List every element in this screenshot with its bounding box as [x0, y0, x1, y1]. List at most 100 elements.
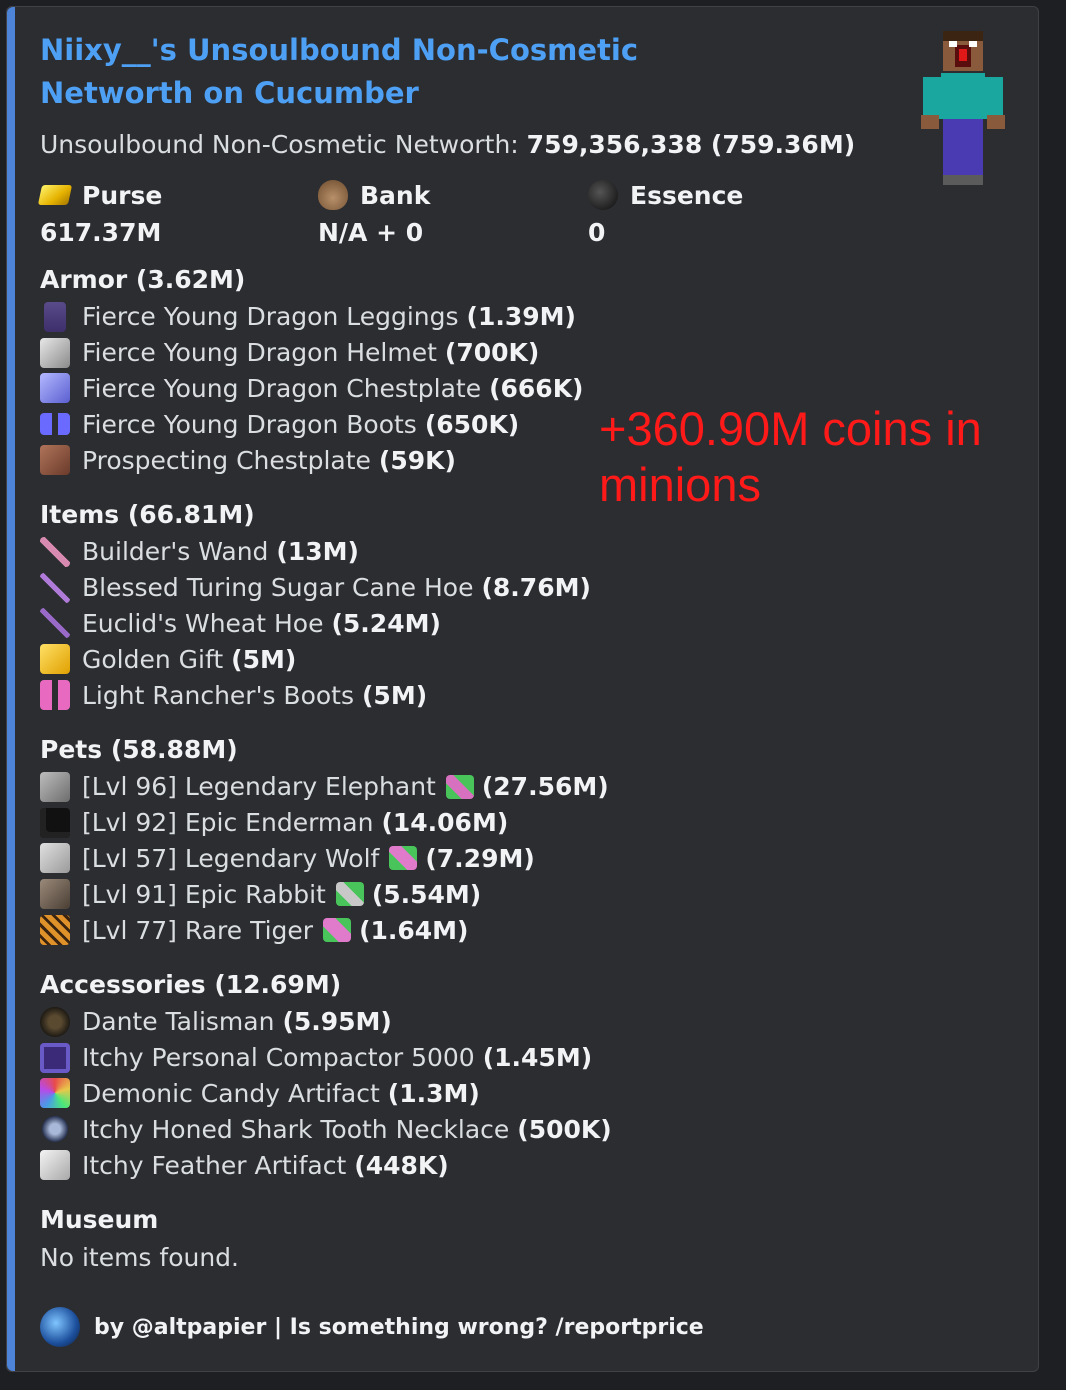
- item-name: Dante Talisman: [82, 1007, 275, 1037]
- list-item: Itchy Personal Compactor 5000 (1.45M): [40, 1040, 1018, 1076]
- embed-accent-bar: [7, 7, 15, 1371]
- item-name: Fierce Young Dragon Chestplate: [82, 373, 482, 403]
- essence-icon: [588, 180, 618, 210]
- item-value: (448K): [354, 1150, 449, 1180]
- gold-ingot-icon: [37, 185, 73, 205]
- item-value: (5.24M): [331, 608, 441, 638]
- item-name: [Lvl 91] Epic Rabbit: [82, 879, 326, 909]
- hoe-icon: [40, 572, 70, 603]
- list-item: Blessed Turing Sugar Cane Hoe (8.76M): [40, 570, 1018, 606]
- chestplate-icon: [40, 373, 70, 404]
- item-value: (7.29M): [425, 843, 535, 873]
- field-value: 617.37M: [40, 218, 162, 247]
- item-value: (5.95M): [282, 1007, 392, 1037]
- field-essence: Essence 0: [588, 177, 866, 253]
- item-name: [Lvl 57] Legendary Wolf: [82, 843, 380, 873]
- list-item: Builder's Wand (13M): [40, 534, 1018, 570]
- boots-icon: [40, 680, 70, 711]
- necklace-icon: [40, 1114, 70, 1145]
- list-item: Demonic Candy Artifact (1.3M): [40, 1076, 1018, 1112]
- item-value: (1.39M): [466, 302, 576, 332]
- museum-empty-text: No items found.: [40, 1242, 239, 1272]
- item-value: (1.64M): [359, 915, 469, 945]
- item-value: (5M): [362, 680, 428, 710]
- item-name: Prospecting Chestplate: [82, 445, 371, 475]
- accessories-heading: Accessories (12.69M): [40, 969, 342, 999]
- museum-heading: Museum: [40, 1204, 159, 1234]
- item-value: (8.76M): [481, 573, 591, 603]
- armor-heading: Armor (3.62M): [40, 265, 246, 294]
- item-name: Itchy Honed Shark Tooth Necklace: [82, 1114, 510, 1144]
- list-item: [Lvl 92] Epic Enderman (14.06M): [40, 805, 1018, 841]
- item-name: Blessed Turing Sugar Cane Hoe: [82, 573, 474, 603]
- gift-icon: [40, 644, 70, 675]
- item-value: (1.3M): [387, 1078, 480, 1108]
- embed-footer: by @altpapier | Is something wrong? /rep…: [40, 1307, 704, 1347]
- minions-overlay-text: +360.90M coins in minions: [599, 402, 982, 511]
- pet-item-icon: [445, 774, 474, 799]
- item-value: (650K): [424, 409, 520, 439]
- list-item: Fierce Young Dragon Helmet (700K): [40, 335, 1018, 371]
- compactor-icon: [40, 1042, 70, 1073]
- footer-text: by @altpapier | Is something wrong? /rep…: [94, 1314, 704, 1340]
- item-value: (5M): [231, 644, 297, 674]
- summary-fields: Purse 617.37M Bank N/A + 0 Essence 0: [37, 177, 1018, 253]
- embed-title[interactable]: Niixy__'s Unsoulbound Non-Cosmetic Netwo…: [40, 29, 800, 115]
- item-value: (5.54M): [371, 879, 482, 909]
- list-item: Golden Gift (5M): [40, 641, 1018, 677]
- chestplate-icon: [40, 445, 70, 476]
- item-name: Fierce Young Dragon Leggings: [82, 302, 459, 332]
- wand-icon: [40, 536, 70, 567]
- list-item: Itchy Honed Shark Tooth Necklace (500K): [40, 1111, 1018, 1147]
- items-list: Builder's Wand (13M) Blessed Turing Sugar…: [40, 534, 1018, 713]
- field-name: Bank: [360, 180, 431, 210]
- boots-icon: [40, 413, 70, 436]
- bank-sack-icon: [318, 180, 348, 210]
- item-value: (500K): [517, 1114, 612, 1144]
- field-bank: Bank N/A + 0: [318, 177, 588, 253]
- field-value: N/A + 0: [318, 218, 424, 247]
- leggings-icon: [44, 301, 66, 332]
- list-item: Euclid's Wheat Hoe (5.24M): [40, 606, 1018, 642]
- list-item: Fierce Young Dragon Leggings (1.39M): [40, 299, 1018, 335]
- accessories-list: Dante Talisman (5.95M) Itchy Personal Com…: [40, 1004, 1018, 1183]
- list-item: Itchy Feather Artifact (448K): [40, 1147, 1018, 1183]
- item-value: (1.45M): [482, 1043, 593, 1073]
- item-name: Demonic Candy Artifact: [82, 1078, 380, 1108]
- item-name: Fierce Young Dragon Boots: [82, 409, 417, 439]
- candy-artifact-icon: [40, 1078, 70, 1109]
- pets-heading: Pets (58.88M): [40, 734, 238, 764]
- item-name: Light Rancher's Boots: [82, 680, 354, 710]
- enderman-head-icon: [40, 807, 70, 838]
- field-name: Essence: [630, 180, 744, 210]
- item-name: Fierce Young Dragon Helmet: [82, 338, 437, 368]
- item-name: Golden Gift: [82, 644, 224, 674]
- rabbit-head-icon: [40, 879, 70, 910]
- item-value: (59K): [378, 445, 456, 475]
- helmet-icon: [40, 337, 70, 368]
- item-value: (13M): [276, 537, 359, 567]
- item-name: Euclid's Wheat Hoe: [82, 608, 324, 638]
- item-value: (14.06M): [381, 808, 509, 838]
- item-name: Itchy Feather Artifact: [82, 1150, 347, 1180]
- item-name: [Lvl 77] Rare Tiger: [82, 915, 314, 945]
- footer-avatar-icon: [40, 1307, 80, 1347]
- list-item: Light Rancher's Boots (5M): [40, 677, 1018, 713]
- list-item: [Lvl 96] Legendary Elephant (27.56M): [40, 769, 1018, 805]
- feather-artifact-icon: [40, 1150, 70, 1181]
- pet-item-icon: [335, 882, 364, 907]
- field-purse: Purse 617.37M: [37, 177, 318, 253]
- item-value: (666K): [489, 373, 584, 403]
- pet-item-icon: [323, 918, 352, 943]
- item-name: [Lvl 96] Legendary Elephant: [82, 772, 436, 802]
- tiger-head-icon: [40, 915, 70, 946]
- list-item: Dante Talisman (5.95M): [40, 1004, 1018, 1040]
- item-name: Itchy Personal Compactor 5000: [82, 1043, 475, 1073]
- list-item: [Lvl 91] Epic Rabbit (5.54M): [40, 876, 1018, 912]
- hoe-icon: [40, 608, 70, 639]
- wolf-head-icon: [40, 843, 70, 874]
- networth-summary: Unsoulbound Non-Cosmetic Networth: 759,3…: [40, 127, 1018, 163]
- item-name: Builder's Wand: [82, 537, 269, 567]
- field-value: 0: [588, 218, 606, 247]
- networth-embed: Niixy__'s Unsoulbound Non-Cosmetic Netwo…: [6, 6, 1039, 1372]
